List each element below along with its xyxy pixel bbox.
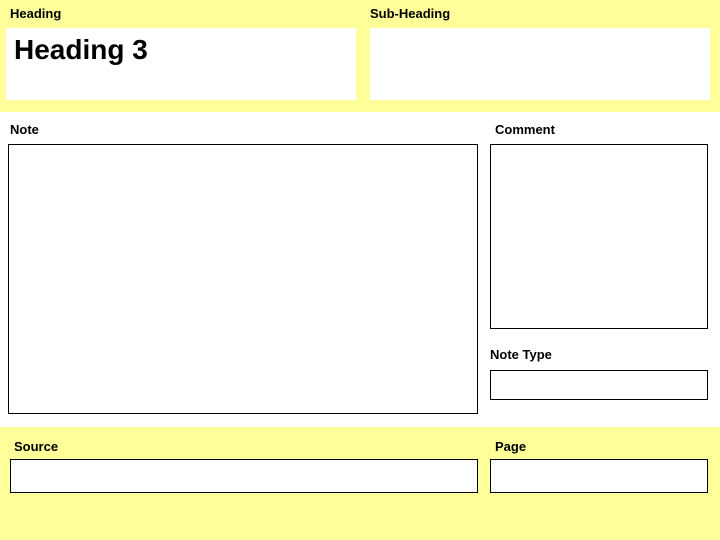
note-label: Note (10, 122, 39, 137)
source-field[interactable] (10, 459, 478, 493)
page-label: Page (495, 439, 526, 454)
heading-label: Heading (10, 6, 61, 21)
source-label: Source (14, 439, 58, 454)
body-section: Note Comment Note Type (0, 112, 720, 427)
subheading-field[interactable] (370, 28, 710, 100)
heading-value: Heading 3 (14, 34, 348, 66)
page-field[interactable] (490, 459, 708, 493)
note-field[interactable] (8, 144, 478, 414)
notetype-field[interactable] (490, 370, 708, 400)
header-section: Heading Sub-Heading Heading 3 (0, 0, 720, 112)
comment-field[interactable] (490, 144, 708, 329)
subheading-label: Sub-Heading (370, 6, 450, 21)
heading-field[interactable]: Heading 3 (6, 28, 356, 100)
notetype-label: Note Type (490, 347, 552, 362)
comment-label: Comment (495, 122, 555, 137)
footer-section: Source Page (0, 427, 720, 540)
